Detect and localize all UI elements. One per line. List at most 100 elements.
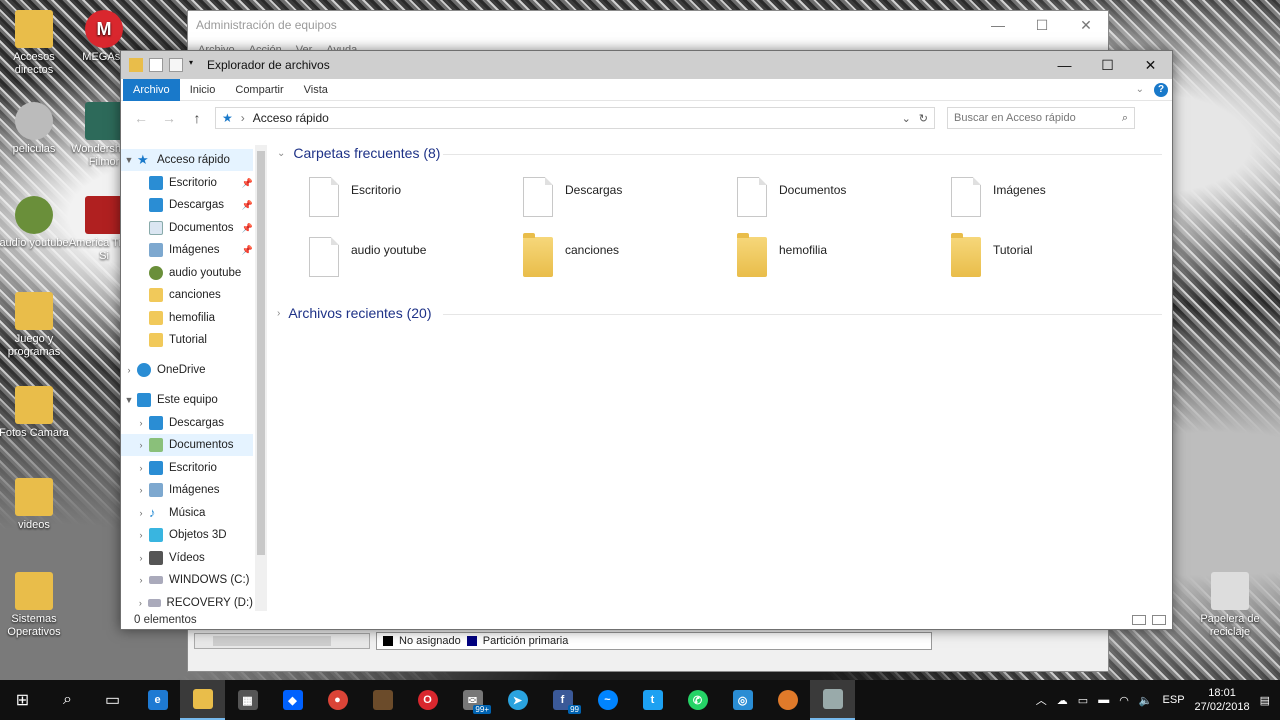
nav-pc-videos[interactable]: › Vídeos [121, 547, 253, 569]
horizontal-scrollbar[interactable] [194, 632, 370, 649]
store-button[interactable]: ▦ [225, 680, 270, 720]
desktop-icon-videos[interactable]: videos [0, 478, 72, 532]
nav-item-hemofilia[interactable]: hemofilia [121, 307, 253, 329]
computer-management-button[interactable] [810, 680, 855, 720]
opera-button[interactable]: O [405, 680, 450, 720]
action-center-icon[interactable]: ▤ [1260, 694, 1270, 707]
nav-pc-musica[interactable]: › ♪ Música [121, 502, 253, 524]
desktop-icon-audio-youtube[interactable]: audio youtube [0, 196, 72, 250]
desktop-icon-fotos[interactable]: Fotos Camara [0, 386, 72, 440]
scrollbar-thumb[interactable] [257, 151, 265, 555]
nav-item-audio-youtube[interactable]: audio youtube [121, 262, 253, 284]
minimize-button[interactable]: — [976, 17, 1020, 34]
help-icon[interactable]: ? [1154, 82, 1168, 97]
folder-tile[interactable]: Documentos [737, 177, 937, 225]
chevron-down-icon[interactable]: ⌄ [277, 148, 285, 159]
navigation-scrollbar[interactable] [255, 145, 267, 611]
back-button[interactable]: ← [131, 110, 151, 126]
instagram-button[interactable]: ◎ [720, 680, 765, 720]
chevron-right-icon[interactable]: › [133, 508, 149, 518]
dropbox-button[interactable]: ◆ [270, 680, 315, 720]
search-button[interactable]: ⌕ [45, 680, 90, 720]
wifi-icon[interactable]: ◠ [1119, 694, 1129, 707]
tab-archivo[interactable]: Archivo [123, 78, 180, 101]
nav-pc-windows-c[interactable]: › WINDOWS (C:) [121, 569, 253, 591]
chevron-right-icon[interactable]: › [133, 530, 149, 540]
chevron-right-icon[interactable]: › [277, 308, 280, 319]
messenger-button[interactable]: ~ [585, 680, 630, 720]
edge-button[interactable]: e [135, 680, 180, 720]
desktop-icon-accesos[interactable]: Accesos directos [0, 10, 72, 77]
file-explorer-button[interactable] [180, 680, 225, 720]
folder-icon[interactable] [129, 58, 143, 72]
desktop-icon-peliculas[interactable]: peliculas [0, 102, 72, 156]
show-hidden-icons-icon[interactable]: ︿ [1036, 692, 1047, 708]
notification-area-icon[interactable]: ▭ [1078, 694, 1088, 707]
chevron-right-icon[interactable]: › [133, 553, 149, 563]
title-bar[interactable]: ▾ Explorador de archivos — ☐ ✕ [121, 51, 1172, 79]
desktop-icon-recycle-bin[interactable]: Papelera de reciclaje [1192, 572, 1268, 639]
maximize-button[interactable]: ☐ [1086, 51, 1129, 79]
folder-tile[interactable]: Escritorio [309, 177, 509, 225]
chevron-right-icon[interactable]: › [133, 440, 149, 450]
up-button[interactable]: ↑ [187, 110, 207, 126]
details-view-icon[interactable] [1132, 615, 1146, 625]
clock[interactable]: 18:01 27/02/2018 [1195, 686, 1250, 714]
refresh-icon[interactable]: ↻ [919, 112, 928, 125]
chevron-down-icon[interactable]: ▾ [189, 58, 197, 72]
section-recientes[interactable]: › Archivos recientes (20) [277, 305, 432, 321]
folder-tile[interactable]: canciones [523, 233, 723, 285]
nav-this-pc[interactable]: ▼ Este equipo [121, 389, 253, 411]
chevron-right-icon[interactable]: › [121, 365, 137, 375]
folder-tile[interactable]: hemofilia [737, 233, 937, 285]
pin-icon[interactable]: 📌 [242, 245, 253, 256]
twitter-button[interactable]: t [630, 680, 675, 720]
nav-item-documentos[interactable]: Documentos 📌 [121, 217, 253, 239]
language-indicator[interactable]: ESP [1163, 694, 1185, 706]
folder-tile[interactable]: Descargas [523, 177, 723, 225]
start-button[interactable]: ⊞ [0, 680, 45, 720]
tab-compartir[interactable]: Compartir [225, 79, 293, 101]
telegram-button[interactable]: ➤ [495, 680, 540, 720]
onedrive-icon[interactable]: ☁ [1057, 694, 1068, 707]
pin-icon[interactable]: 📌 [242, 200, 253, 211]
chevron-right-icon[interactable]: › [133, 463, 149, 473]
nav-pc-escritorio[interactable]: › Escritorio [121, 457, 253, 479]
tab-vista[interactable]: Vista [294, 79, 338, 101]
chevron-right-icon[interactable]: › [133, 598, 148, 608]
search-input[interactable]: Buscar en Acceso rápido ⌕ [947, 107, 1135, 129]
desktop-icon-sistemas[interactable]: Sistemas Operativos [0, 572, 72, 639]
folder-tile[interactable]: audio youtube [309, 237, 509, 285]
nav-quick-access[interactable]: ▼ ★ Acceso rápido [121, 149, 253, 171]
chevron-down-icon[interactable]: ▼ [121, 155, 137, 165]
game-button[interactable] [765, 680, 810, 720]
nav-item-tutorial[interactable]: Tutorial [121, 329, 253, 351]
facebook-button[interactable]: f 99 [540, 680, 585, 720]
desktop-icon-juegos[interactable]: Juego y programas [0, 292, 72, 359]
folder-tile[interactable]: Imágenes [951, 177, 1151, 225]
close-button[interactable]: ✕ [1064, 17, 1108, 34]
nav-onedrive[interactable]: › OneDrive [121, 359, 253, 381]
chevron-right-icon[interactable]: › [133, 485, 149, 495]
chevron-right-icon[interactable]: › [133, 575, 149, 585]
title-bar[interactable]: Administración de equipos — ☐ ✕ [188, 11, 1108, 39]
minecraft-button[interactable] [360, 680, 405, 720]
new-folder-icon[interactable] [169, 58, 183, 72]
close-button[interactable]: ✕ [1129, 51, 1172, 79]
maximize-button[interactable]: ☐ [1020, 17, 1064, 34]
file-explorer-window[interactable]: ▾ Explorador de archivos — ☐ ✕ Archivo I… [120, 50, 1173, 630]
nav-pc-objetos-3d[interactable]: › Objetos 3D [121, 524, 253, 546]
whatsapp-button[interactable]: ✆ [675, 680, 720, 720]
nav-item-canciones[interactable]: canciones [121, 284, 253, 306]
folder-tile[interactable]: Tutorial [951, 233, 1151, 285]
properties-icon[interactable] [149, 58, 163, 72]
chevron-right-icon[interactable]: › [133, 418, 149, 428]
pin-icon[interactable]: 📌 [242, 178, 253, 189]
chrome-button[interactable]: ● [315, 680, 360, 720]
address-box[interactable]: ★ › Acceso rápido ⌄ ↻ [215, 107, 935, 129]
nav-pc-imagenes[interactable]: › Imágenes [121, 479, 253, 501]
task-view-button[interactable]: ▭ [90, 680, 135, 720]
nav-pc-documentos[interactable]: › Documentos [121, 434, 253, 456]
nav-pc-descargas[interactable]: › Descargas [121, 412, 253, 434]
nav-item-descargas[interactable]: Descargas 📌 [121, 194, 253, 216]
